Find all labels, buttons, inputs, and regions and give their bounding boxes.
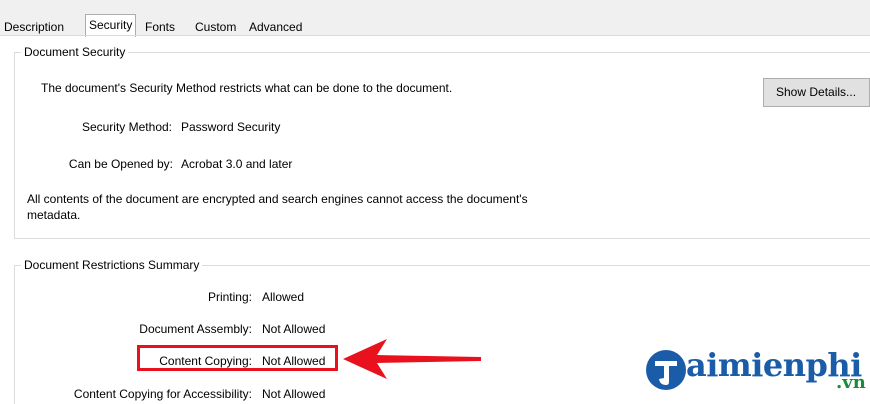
tab-strip: Description Security Fonts Custom Advanc…	[0, 0, 870, 37]
opened-by-label: Can be Opened by:	[68, 157, 173, 171]
tab-description[interactable]: Description	[4, 18, 64, 36]
encryption-note-line1: All contents of the document are encrypt…	[27, 192, 528, 206]
security-method-value: Password Security	[181, 120, 281, 134]
watermark-t-icon	[646, 350, 686, 390]
watermark-suffix: .vn	[836, 372, 866, 393]
highlight-box	[137, 345, 338, 371]
tab-strip-divider	[0, 35, 870, 36]
red-arrow-icon	[343, 339, 481, 379]
show-details-label: Show Details...	[776, 85, 857, 99]
tab-fonts[interactable]: Fonts	[145, 18, 175, 36]
document-security-legend: Document Security	[21, 45, 129, 59]
restriction-label-content-copying-accessibility: Content Copying for Accessibility:	[73, 387, 252, 401]
show-details-button[interactable]: Show Details...	[763, 78, 870, 107]
restriction-label-printing: Printing:	[207, 290, 252, 304]
restrictions-legend: Document Restrictions Summary	[21, 258, 203, 272]
restriction-value-content-copying-accessibility: Not Allowed	[262, 387, 326, 401]
restriction-value-printing: Allowed	[262, 290, 305, 304]
restriction-label-document-assembly: Document Assembly:	[139, 322, 252, 336]
tab-custom[interactable]: Custom	[195, 18, 236, 36]
restriction-value-document-assembly: Not Allowed	[262, 322, 326, 336]
tab-security[interactable]: Security	[85, 14, 137, 37]
security-intro-text: The document's Security Method restricts…	[41, 81, 453, 95]
encryption-note-line2: metadata.	[27, 208, 81, 222]
opened-by-value: Acrobat 3.0 and later	[181, 157, 293, 171]
tab-advanced[interactable]: Advanced	[249, 18, 302, 36]
document-properties-window: Description Security Fonts Custom Advanc…	[0, 0, 870, 404]
security-method-label: Security Method:	[81, 120, 172, 134]
watermark-logo: aimienphi .vn	[640, 342, 870, 402]
